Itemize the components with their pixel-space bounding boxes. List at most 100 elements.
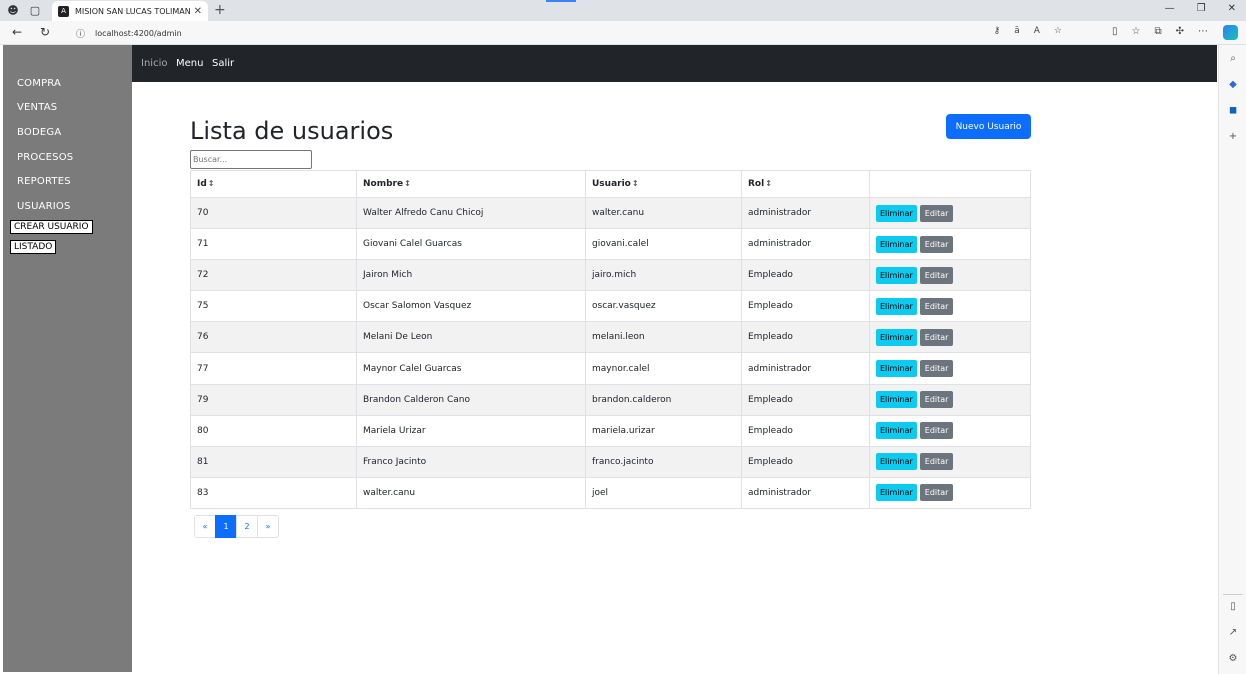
sidebar-subitem-crear-usuario[interactable]: CREAR USUARIO (10, 220, 93, 234)
collections-icon[interactable]: ⧉ (1154, 26, 1161, 37)
search-input[interactable] (190, 150, 312, 169)
nav-menu[interactable]: Menu (176, 58, 203, 69)
refresh-icon[interactable]: ↻ (40, 25, 50, 39)
table-row: 83 walter.canu joel administrador Elimin… (190, 476, 1031, 509)
edit-button[interactable]: Editar (919, 204, 954, 222)
hide-sidebar-icon[interactable]: ▯ (1226, 601, 1240, 615)
angular-favicon-icon: A (58, 5, 69, 17)
copilot-icon[interactable] (1223, 25, 1238, 40)
nav-salir[interactable]: Salir (212, 58, 234, 69)
cell-actions: Eliminar Editar (869, 414, 1031, 447)
delete-button[interactable]: Eliminar (876, 297, 917, 315)
cell-usuario: giovani.calel (585, 228, 742, 261)
cell-actions: Eliminar Editar (869, 476, 1031, 509)
delete-button[interactable]: Eliminar (876, 422, 917, 440)
extensions-icon[interactable]: ✣ (1176, 26, 1184, 37)
new-tab-icon[interactable]: + (214, 2, 226, 18)
edit-button[interactable]: Editar (919, 360, 954, 378)
cell-id: 76 (190, 321, 357, 354)
settings-gear-icon[interactable]: ⚙ (1226, 653, 1240, 667)
add-sidebar-app-icon[interactable]: + (1226, 131, 1240, 145)
cell-actions: Eliminar Editar (869, 352, 1031, 385)
new-user-button[interactable]: Nuevo Usuario (946, 114, 1031, 139)
cell-nombre: Oscar Salomon Vasquez (356, 290, 586, 323)
sidebar-item-procesos[interactable]: PROCESOS (17, 152, 73, 163)
sidebar-item-compra[interactable]: COMPRA (17, 78, 61, 89)
pagination-page-1[interactable]: 1 (215, 515, 237, 538)
outlook-icon[interactable]: ◼ (1226, 105, 1240, 119)
favorite-star-icon[interactable]: ☆ (1054, 26, 1062, 36)
cell-nombre: Walter Alfredo Canu Chicoj (356, 196, 586, 230)
cell-rol: Empleado (741, 259, 870, 292)
cell-usuario: melani.leon (585, 321, 742, 354)
sidebar-item-usuarios[interactable]: USUARIOS (17, 201, 71, 212)
sort-icon[interactable]: ↕ (632, 179, 639, 188)
delete-button[interactable]: Eliminar (876, 235, 917, 253)
edit-button[interactable]: Editar (919, 422, 954, 440)
edit-button[interactable]: Editar (919, 297, 954, 315)
sort-icon[interactable]: ↕ (208, 179, 215, 188)
more-menu-icon[interactable]: ⋯ (1198, 26, 1208, 37)
url-field[interactable]: ⓘ localhost:4200/admin ⚷ ā A ☆ (66, 24, 1070, 42)
nav-inicio[interactable]: Inicio (141, 58, 167, 69)
column-header-id[interactable]: Id↕ (190, 170, 357, 198)
pagination-page-2[interactable]: 2 (236, 515, 258, 538)
sidebar-subitem-listado[interactable]: LISTADO (10, 240, 57, 254)
sort-icon[interactable]: ↕ (765, 179, 772, 188)
external-link-icon[interactable]: ↗ (1226, 627, 1240, 641)
edit-button[interactable]: Editar (919, 391, 954, 409)
cell-actions: Eliminar Editar (869, 228, 1031, 261)
pagination-prev[interactable]: « (194, 515, 216, 538)
edit-button[interactable]: Editar (919, 266, 954, 284)
search-icon[interactable]: ⌕ (1226, 53, 1240, 67)
delete-button[interactable]: Eliminar (876, 484, 917, 502)
cell-rol: Empleado (741, 445, 870, 478)
delete-button[interactable]: Eliminar (876, 391, 917, 409)
table-header-row: Id↕ Nombre↕ Usuario↕ Rol↕ (190, 170, 1031, 198)
edit-button[interactable]: Editar (919, 484, 954, 502)
cell-rol: Empleado (741, 321, 870, 354)
cell-usuario: franco.jacinto (585, 445, 742, 478)
browser-tab[interactable]: A MISION SAN LUCAS TOLIMAN ✕ (52, 1, 208, 21)
shopping-icon[interactable]: ◆ (1226, 79, 1240, 93)
sort-icon[interactable]: ↕ (404, 179, 411, 188)
restore-icon[interactable]: ❐ (1197, 3, 1206, 14)
tab-actions-icon[interactable]: ▢ (28, 3, 42, 17)
cell-id: 71 (190, 228, 357, 261)
minimize-icon[interactable]: — (1165, 3, 1175, 14)
table-row: 80 Mariela Urizar mariela.urizar Emplead… (190, 414, 1031, 447)
pagination-next[interactable]: » (257, 515, 279, 538)
back-icon[interactable]: ← (12, 25, 22, 39)
column-header-actions (869, 170, 1031, 198)
key-icon[interactable]: ⚷ (994, 26, 1001, 36)
edit-button[interactable]: Editar (919, 235, 954, 253)
cell-rol: administrador (741, 196, 870, 230)
cell-actions: Eliminar Editar (869, 321, 1031, 354)
site-info-icon[interactable]: ⓘ (76, 27, 85, 40)
close-window-icon[interactable]: ✕ (1228, 3, 1236, 14)
cell-actions: Eliminar Editar (869, 383, 1031, 416)
delete-button[interactable]: Eliminar (876, 266, 917, 284)
sidebar-item-reportes[interactable]: REPORTES (17, 176, 71, 187)
delete-button[interactable]: Eliminar (876, 453, 917, 471)
users-table: Id↕ Nombre↕ Usuario↕ Rol↕ 70 Walter Alfr… (190, 170, 1031, 509)
cell-usuario: oscar.vasquez (585, 290, 742, 323)
delete-button[interactable]: Eliminar (876, 328, 917, 346)
tab-close-icon[interactable]: ✕ (194, 6, 202, 17)
delete-button[interactable]: Eliminar (876, 204, 917, 222)
column-header-nombre[interactable]: Nombre↕ (356, 170, 586, 198)
sidebar-item-bodega[interactable]: BODEGA (17, 127, 61, 138)
column-header-usuario[interactable]: Usuario↕ (585, 170, 742, 198)
read-aloud-icon[interactable]: A (1034, 26, 1040, 36)
sidebar-item-ventas[interactable]: VENTAS (17, 102, 57, 113)
favorites-icon[interactable]: ☆ (1132, 26, 1141, 37)
delete-button[interactable]: Eliminar (876, 360, 917, 378)
translate-icon[interactable]: ā (1014, 26, 1020, 36)
split-screen-icon[interactable]: ▯ (1112, 26, 1118, 37)
profile-icon[interactable]: ☻ (6, 3, 20, 17)
column-header-rol[interactable]: Rol↕ (741, 170, 870, 198)
cell-id: 70 (190, 196, 357, 230)
edit-button[interactable]: Editar (919, 328, 954, 346)
edit-button[interactable]: Editar (919, 453, 954, 471)
cell-actions: Eliminar Editar (869, 445, 1031, 478)
